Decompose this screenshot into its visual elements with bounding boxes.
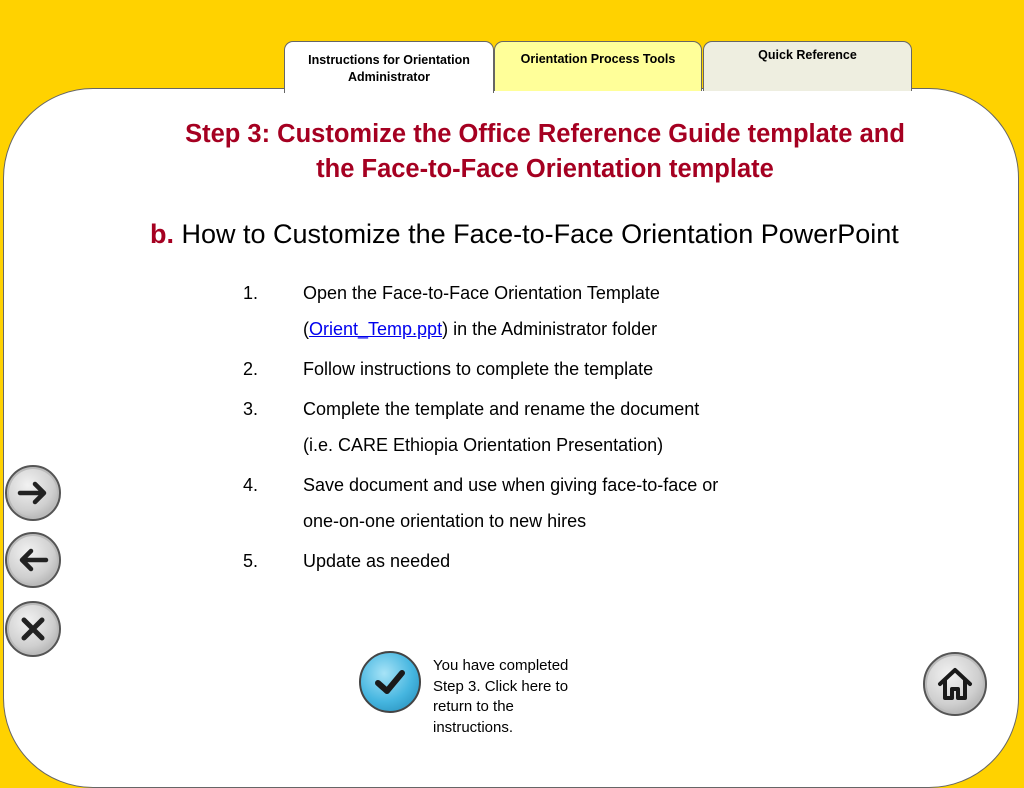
arrow-left-icon (19, 548, 49, 572)
orient-temp-link[interactable]: Orient_Temp.ppt (309, 319, 442, 339)
list-item: 4. Save document and use when giving fac… (243, 467, 803, 539)
step-text-line2: (i.e. CARE Ethiopia Orientation Presenta… (303, 435, 664, 455)
page-title-line1: Step 3: Customize the Office Reference G… (185, 120, 905, 148)
page-title-line2: the Face-to-Face Orientation template (316, 155, 774, 183)
completion-line2: Step 3. Click here to (433, 677, 569, 695)
step-number: 1. (243, 283, 259, 303)
list-item: 1. Open the Face-to-Face Orientation Tem… (243, 275, 803, 347)
step-number: 2. (243, 359, 259, 379)
list-item: 3. Complete the template and rename the … (243, 391, 803, 463)
step-text: Update as needed (303, 551, 451, 571)
checkmark-icon (375, 670, 405, 694)
step-text-line2: (Orient_Temp.ppt) in the Administrator f… (303, 319, 658, 339)
tab-quick-reference[interactable]: Quick Reference (703, 41, 912, 91)
forward-button[interactable] (5, 465, 61, 521)
home-icon (938, 668, 972, 700)
completion-message[interactable]: You have completed Step 3. Click here to… (433, 656, 603, 738)
step-text: Complete the template and rename the doc… (303, 399, 700, 419)
home-button[interactable] (923, 652, 987, 716)
completion-line1: You have completed (433, 657, 569, 674)
steps-list: 1. Open the Face-to-Face Orientation Tem… (243, 275, 803, 583)
step-number: 3. (243, 399, 259, 419)
step-number: 5. (243, 551, 259, 571)
close-icon (21, 617, 45, 641)
step-number: 4. (243, 475, 259, 495)
step-text-line2: one-on-one orientation to new hires (303, 511, 587, 531)
tab-label-line2: Administrator (348, 70, 430, 84)
arrow-right-icon (17, 481, 47, 505)
subtitle-text: How to Customize the Face-to-Face Orient… (174, 219, 899, 249)
page-title: Step 3: Customize the Office Reference G… (110, 117, 980, 187)
tab-label-line1: Instructions for Orientation (308, 53, 470, 67)
complete-check-button[interactable] (359, 651, 421, 713)
step-text: Open the Face-to-Face Orientation Templa… (303, 283, 660, 303)
subtitle-letter: b. (150, 219, 174, 249)
back-button[interactable] (5, 532, 61, 588)
tab-label: Orientation Process Tools (520, 52, 676, 66)
tab-instructions-administrator[interactable]: Instructions for Orientation Administrat… (284, 41, 494, 93)
step-text: Save document and use when giving face-t… (303, 475, 719, 495)
tab-orientation-process-tools[interactable]: Orientation Process Tools (494, 41, 702, 91)
section-subtitle: b. How to Customize the Face-to-Face Ori… (150, 219, 990, 250)
completion-line3: return to the (433, 698, 514, 715)
list-item: 5. Update as needed (243, 543, 803, 579)
close-button[interactable] (5, 601, 61, 657)
tab-label: Quick Reference (758, 48, 857, 62)
completion-line4: instructions. (433, 718, 514, 736)
list-item: 2. Follow instructions to complete the t… (243, 351, 803, 387)
step-text: Follow instructions to complete the temp… (303, 359, 654, 379)
